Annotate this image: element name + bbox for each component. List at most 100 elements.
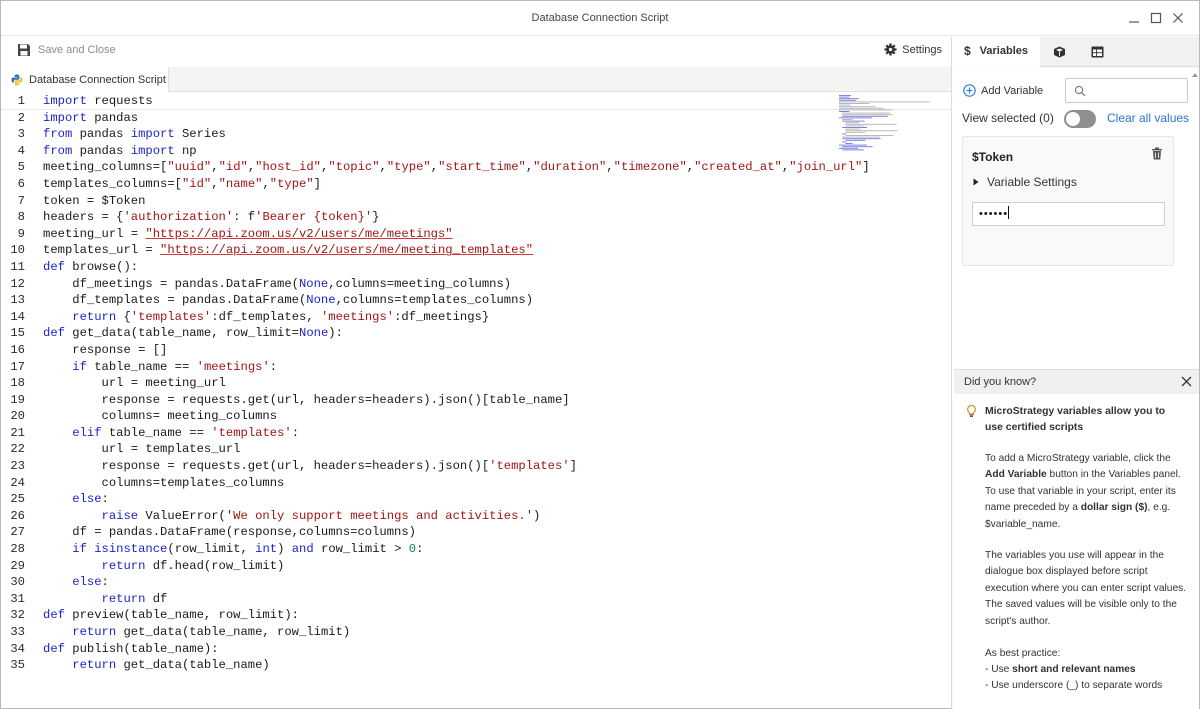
tab-label: Database Connection Script [29,73,166,86]
code-line[interactable]: 35 return get_data(table_name) [1,657,951,674]
code-line[interactable]: 32 def preview(table_name, row_limit): [1,607,951,624]
code-line[interactable]: 31 return df [1,591,951,608]
code-line[interactable]: 15 def get_data(table_name, row_limit=Non… [1,325,951,342]
code-minimap[interactable] [837,93,941,153]
minimap-line [842,127,867,128]
line-code: templates_url = "https://api.zoom.us/v2/… [43,243,534,258]
tab-cube[interactable] [1044,37,1074,67]
line-number: 24 [10,475,25,490]
maximize-button[interactable] [1147,10,1165,26]
line-code: def browse(): [43,259,139,274]
code-line[interactable]: 22 url = templates_url [1,441,951,458]
minimap-line [845,122,859,124]
view-selected-toggle[interactable] [1064,110,1096,128]
code-line[interactable]: 6 templates_columns=["id","name","type"] [1,176,951,193]
code-line[interactable]: 2 import pandas [1,110,951,127]
toggle-knob [1066,112,1080,126]
code-line[interactable]: 14 return {'templates':df_templates, 'me… [1,309,951,326]
code-line[interactable]: 26 raise ValueError('We only support mee… [1,508,951,525]
minimap-line [839,99,856,101]
code-line[interactable]: 13 df_templates = pandas.DataFrame(None,… [1,292,951,309]
line-number: 28 [10,542,25,557]
line-number: 17 [10,359,25,374]
minimap-line [842,149,864,151]
line-number: 23 [10,459,25,474]
line-code: columns=templates_columns [43,475,285,490]
line-number: 14 [10,309,25,324]
minimap-line [842,136,880,138]
code-line[interactable]: 28 if isinstance(row_limit, int) and row… [1,541,951,558]
search-icon [1074,85,1086,97]
line-code: token = $Token [43,193,146,208]
line-code: from pandas import Series [43,127,226,142]
minimap-line [839,98,859,100]
scroll-up-icon [1192,73,1198,77]
line-code: else: [72,492,109,507]
editor-toolbar: Save and Close Settings [1,37,951,67]
side-panel-tabs: $ Variables [952,37,1199,67]
plus-circle-icon [963,84,976,97]
save-and-close-button[interactable]: Save and Close [17,43,116,57]
line-code: elif table_name == 'templates': [72,425,300,440]
variable-value-input[interactable]: •••••• [972,202,1165,226]
minimap-line [845,131,866,133]
code-line[interactable]: 10 templates_url = "https://api.zoom.us/v… [1,242,951,259]
code-line[interactable]: 5 meeting_columns=["uuid","id","host_id",… [1,159,951,176]
code-line[interactable]: 23 response = requests.get(url, headers=… [1,458,951,475]
code-line[interactable]: 17 if table_name == 'meetings': [1,359,951,376]
line-number: 30 [10,575,25,590]
code-line[interactable]: 1 import requests [1,93,951,110]
tab-database-connection-script[interactable]: Database Connection Script [1,67,169,92]
code-line[interactable]: 12 df_meetings = pandas.DataFrame(None,c… [1,276,951,293]
minimap-line [842,141,847,143]
code-line[interactable]: 4 from pandas import np [1,143,951,160]
minimap-line [845,128,861,130]
line-code: return {'templates':df_templates, 'meeti… [72,309,490,324]
minimap-line [842,114,893,116]
variable-settings-toggle[interactable]: Variable Settings [973,175,1077,189]
tab-variables[interactable]: $ Variables [952,37,1040,67]
code-line[interactable]: 11 def browse(): [1,259,951,276]
line-number: 4 [17,143,25,158]
code-line[interactable]: 16 response = [] [1,342,951,359]
line-code: df_templates = pandas.DataFrame(None,col… [43,293,534,308]
code-line[interactable]: 30 else: [1,574,951,591]
close-tips-button[interactable] [1181,374,1192,390]
code-line[interactable]: 24 columns=templates_columns [1,475,951,492]
tab-table[interactable] [1082,37,1112,67]
code-line[interactable]: 34 def publish(table_name): [1,641,951,658]
clear-all-values-link[interactable]: Clear all values [1107,111,1189,125]
code-line[interactable]: 33 return get_data(table_name, row_limit… [1,624,951,641]
settings-button[interactable]: Settings [884,43,942,56]
text-cursor [1008,206,1010,219]
delete-variable-button[interactable] [1151,147,1163,165]
code-line[interactable]: 21 elif table_name == 'templates': [1,425,951,442]
minimap-line [842,146,873,148]
code-editor[interactable]: 1 import requests 2 import pandas 3 from pand… [1,93,951,708]
code-line[interactable]: 25 else: [1,491,951,508]
code-line[interactable]: 19 response = requests.get(url, headers=… [1,392,951,409]
line-number: 11 [10,259,25,274]
code-line[interactable]: 3 from pandas import Series [1,126,951,143]
add-variable-label: Add Variable [981,84,1044,97]
variable-masked-value: •••••• [979,208,1009,220]
tip-emphasis: Add Variable [985,469,1047,481]
code-line[interactable]: 9 meeting_url = "https://api.zoom.us/v2/u… [1,226,951,243]
add-variable-button[interactable]: Add Variable [963,84,1043,97]
code-line[interactable]: 27 df = pandas.DataFrame(response,column… [1,524,951,541]
code-line[interactable]: 18 url = meeting_url [1,375,951,392]
code-line[interactable]: 29 return df.head(row_limit) [1,558,951,575]
line-number: 6 [17,176,25,191]
code-line[interactable]: 8 headers = {'authorization': f'Bearer {t… [1,209,951,226]
line-number: 27 [10,525,25,540]
minimap-line [839,111,850,112]
code-line[interactable]: 7 token = $Token [1,193,951,210]
code-line[interactable]: 20 columns= meeting_columns [1,408,951,425]
variable-search-input[interactable] [1065,78,1188,103]
variables-scrollbar[interactable] [1191,69,1199,401]
close-window-button[interactable] [1169,10,1187,26]
variables-panel: Add Variable View selected (0) Clear all… [952,68,1199,401]
minimap-line [839,109,893,111]
line-number: 8 [17,210,25,225]
minimize-button[interactable] [1125,10,1143,26]
